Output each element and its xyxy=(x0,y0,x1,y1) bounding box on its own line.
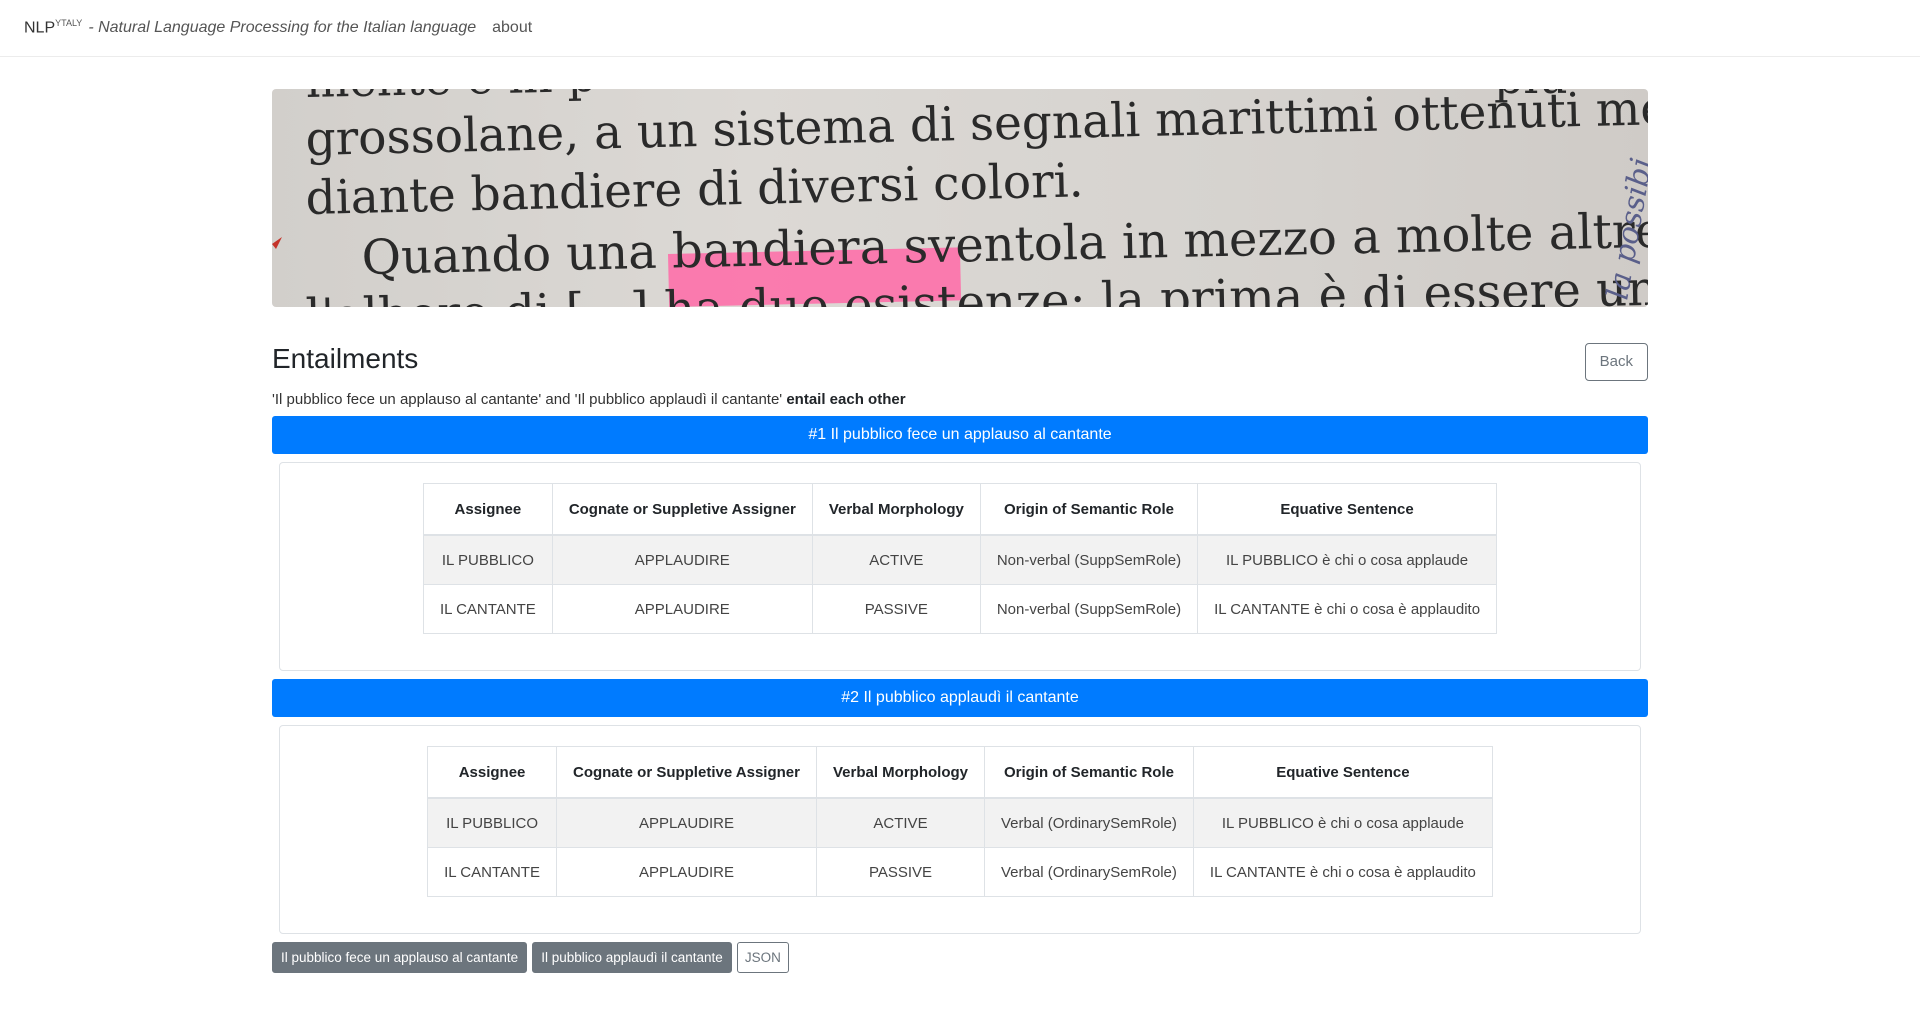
col-morphology: Verbal Morphology xyxy=(811,483,981,536)
summary-text: 'Il pubblico fece un applauso al cantant… xyxy=(272,391,783,408)
table-row: IL CANTANTE APPLAUDIRE PASSIVE Verbal (O… xyxy=(427,847,1493,897)
col-assigner: Cognate or Suppletive Assigner xyxy=(551,483,813,536)
col-equative: Equative Sentence xyxy=(1192,746,1493,799)
sentence-2-header[interactable]: #2 Il pubblico applaudì il cantante xyxy=(272,679,1648,717)
cell-origin: Non-verbal (SuppSemRole) xyxy=(979,584,1199,634)
cell-assigner: APPLAUDIRE xyxy=(551,534,813,585)
entailment-summary: 'Il pubblico fece un applauso al cantant… xyxy=(272,391,1648,408)
cell-equative: IL PUBBLICO è chi o cosa applaude xyxy=(1192,797,1493,848)
json-button[interactable]: JSON xyxy=(736,942,789,973)
sentence-2-table: Assignee Cognate or Suppletive Assigner … xyxy=(427,746,1493,897)
header-row: Entailments Back xyxy=(272,343,1648,383)
cell-origin: Verbal (OrdinarySemRole) xyxy=(984,797,1194,848)
col-assigner: Cognate or Suppletive Assigner xyxy=(555,746,817,799)
main-container: mente e in p più grossolane, a un sistem… xyxy=(272,89,1648,973)
cell-morphology: ACTIVE xyxy=(811,534,981,585)
bottom-button-group: Il pubblico fece un applauso al cantante… xyxy=(272,942,1648,973)
banner-image: mente e in p più grossolane, a un sistem… xyxy=(272,89,1648,307)
table-row: IL PUBBLICO APPLAUDIRE ACTIVE Verbal (Or… xyxy=(427,797,1493,848)
cell-assigner: APPLAUDIRE xyxy=(555,797,817,848)
cell-origin: Non-verbal (SuppSemRole) xyxy=(979,534,1199,585)
cell-assignee: IL PUBBLICO xyxy=(427,797,557,848)
cell-equative: IL CANTANTE è chi o cosa è applaudito xyxy=(1197,584,1498,634)
cell-assignee: IL PUBBLICO xyxy=(422,534,553,585)
table-header-row: Assignee Cognate or Suppletive Assigner … xyxy=(422,483,1498,536)
sentence-1-card: Assignee Cognate or Suppletive Assigner … xyxy=(279,462,1641,671)
cell-equative: IL CANTANTE è chi o cosa è applaudito xyxy=(1192,847,1493,897)
col-morphology: Verbal Morphology xyxy=(815,746,986,799)
col-origin: Origin of Semantic Role xyxy=(979,483,1199,536)
brand-name: NLP xyxy=(24,19,56,37)
tagline: - Natural Language Processing for the It… xyxy=(88,19,477,36)
table-row: IL CANTANTE APPLAUDIRE PASSIVE Non-verba… xyxy=(422,584,1498,634)
table-header-row: Assignee Cognate or Suppletive Assigner … xyxy=(427,746,1493,799)
sentence-2-card: Assignee Cognate or Suppletive Assigner … xyxy=(279,725,1641,934)
sentence-1-button[interactable]: Il pubblico fece un applauso al cantante xyxy=(272,942,528,973)
cell-morphology: PASSIVE xyxy=(815,847,986,897)
brand-link[interactable]: NLPYTALY xyxy=(24,18,82,37)
sentence-1-table: Assignee Cognate or Suppletive Assigner … xyxy=(422,483,1498,634)
col-origin: Origin of Semantic Role xyxy=(984,746,1194,799)
banner-line-0: mente e in p xyxy=(305,89,597,108)
cell-assigner: APPLAUDIRE xyxy=(555,847,817,897)
cell-morphology: ACTIVE xyxy=(815,797,986,848)
red-pencil-mark xyxy=(272,237,282,249)
sentence-2-button[interactable]: Il pubblico applaudì il cantante xyxy=(532,942,732,973)
col-assignee: Assignee xyxy=(422,483,553,536)
back-button[interactable]: Back xyxy=(1584,343,1648,381)
summary-relation: entail each other xyxy=(786,391,906,408)
cell-equative: IL PUBBLICO è chi o cosa applaude xyxy=(1197,534,1498,585)
cell-origin: Verbal (OrdinarySemRole) xyxy=(984,847,1194,897)
cell-morphology: PASSIVE xyxy=(811,584,981,634)
page-title: Entailments xyxy=(272,343,419,374)
brand-superscript: YTALY xyxy=(55,18,83,29)
navbar: NLPYTALY - Natural Language Processing f… xyxy=(0,0,1920,57)
table-row: IL PUBBLICO APPLAUDIRE ACTIVE Non-verbal… xyxy=(422,534,1498,585)
col-equative: Equative Sentence xyxy=(1197,483,1498,536)
cell-assignee: IL CANTANTE xyxy=(422,584,553,634)
cell-assignee: IL CANTANTE xyxy=(427,847,557,897)
cell-assigner: APPLAUDIRE xyxy=(551,584,813,634)
about-link[interactable]: about xyxy=(492,19,532,37)
col-assignee: Assignee xyxy=(427,746,557,799)
sentence-1-header[interactable]: #1 Il pubblico fece un applauso al canta… xyxy=(272,416,1648,454)
